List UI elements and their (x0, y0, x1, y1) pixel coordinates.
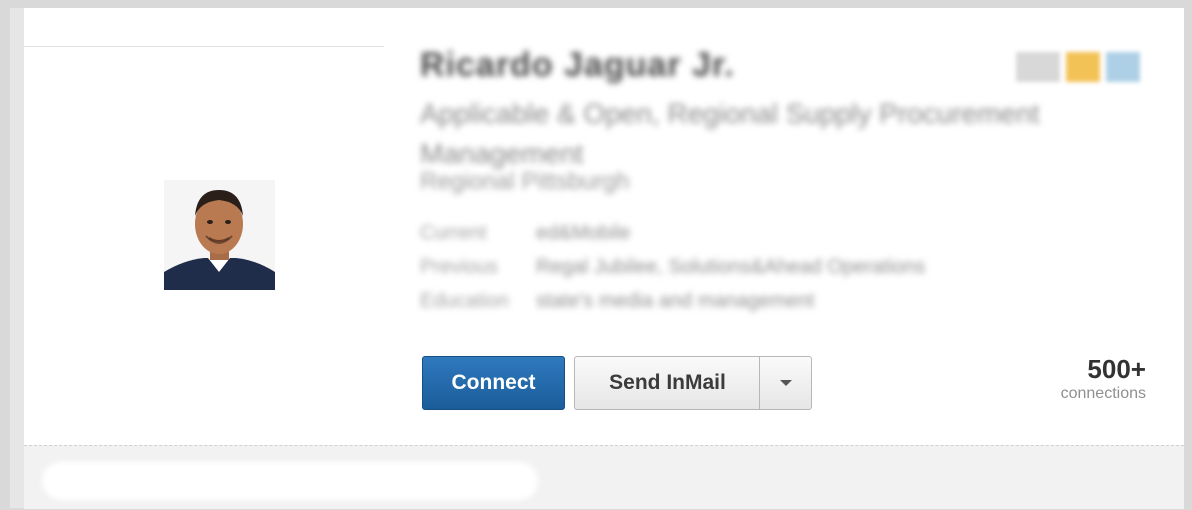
detail-label-current: Current (420, 222, 487, 244)
profile-location: Regional Pittsburgh (420, 168, 630, 195)
profile-badges (1010, 50, 1152, 84)
card-footer (24, 445, 1184, 509)
connections-label: connections (1060, 385, 1146, 402)
detail-label-education: Education (420, 290, 509, 312)
detail-value-current: ed&Mobile (536, 222, 631, 244)
connections-summary[interactable]: 500+ connections (1061, 354, 1146, 404)
footer-placeholder (42, 462, 538, 500)
share-badge-icon[interactable] (1106, 52, 1140, 82)
badge-icon[interactable] (1016, 52, 1060, 82)
premium-badge-icon[interactable] (1066, 52, 1100, 82)
profile-photo[interactable] (164, 180, 275, 290)
send-inmail-button[interactable]: Send InMail (574, 356, 760, 410)
detail-label-previous: Previous (420, 256, 498, 278)
connect-button[interactable]: Connect (422, 356, 565, 410)
profile-card: Ricardo Jaguar Jr. Applicable & Open, Re… (10, 8, 1184, 509)
connections-count: 500+ (1087, 354, 1146, 384)
detail-value-previous: Regal Jubilee, Solutions&Ahead Operation… (536, 256, 926, 278)
profile-name: Ricardo Jaguar Jr. (420, 46, 735, 84)
caret-down-icon (779, 380, 792, 386)
divider (24, 46, 384, 47)
profile-headline: Applicable & Open, Regional Supply Procu… (420, 98, 1040, 169)
more-actions-dropdown[interactable] (759, 356, 812, 410)
detail-value-education: state's media and management (536, 290, 815, 312)
person-icon (164, 180, 275, 290)
profile-card-body: Ricardo Jaguar Jr. Applicable & Open, Re… (24, 8, 1184, 509)
